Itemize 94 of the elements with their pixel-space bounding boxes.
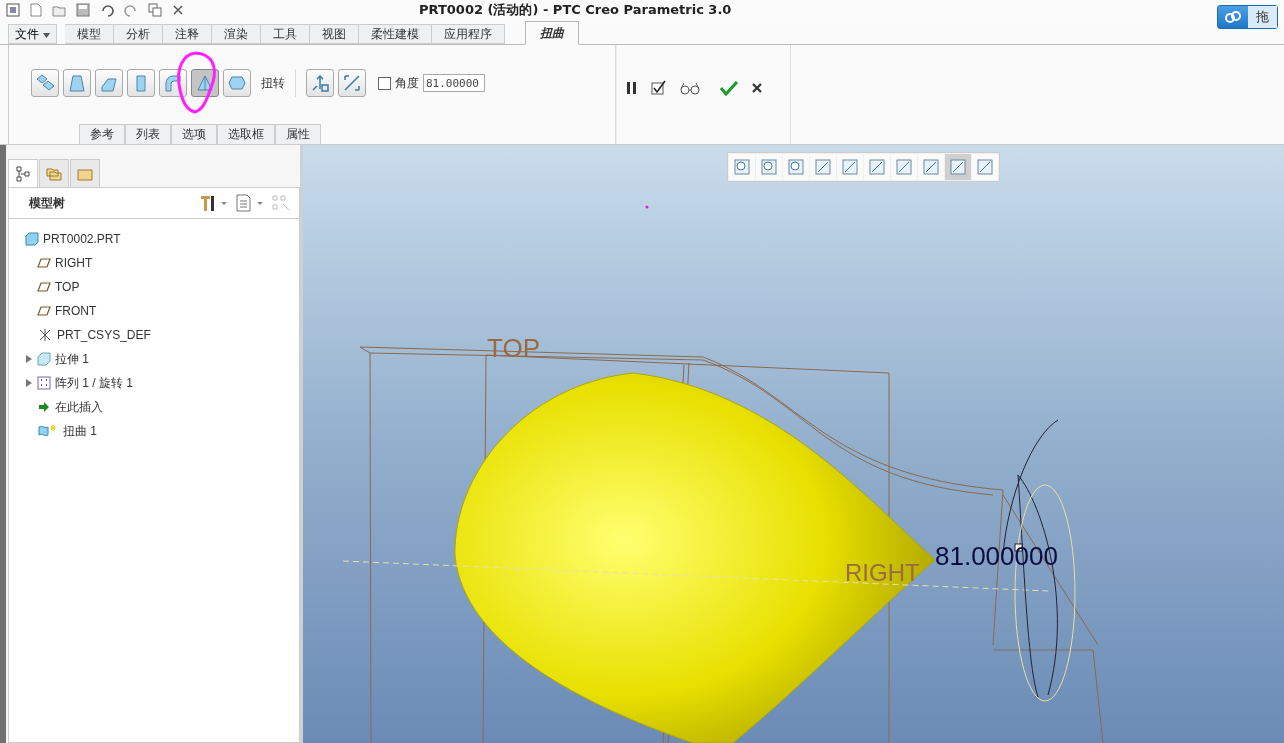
- display-style-button[interactable]: [945, 154, 971, 180]
- folders-icon: [46, 165, 62, 182]
- tree-item[interactable]: FRONT: [55, 304, 97, 318]
- open-folder-icon[interactable]: [52, 3, 66, 17]
- coordinate-system-icon: [37, 328, 53, 342]
- network-button[interactable]: [972, 154, 998, 180]
- ribbon-tab[interactable]: 渲染: [211, 24, 261, 44]
- tree-item[interactable]: PRT0002.PRT: [43, 232, 121, 246]
- spine-tool-button[interactable]: [95, 69, 123, 97]
- tree-panel-tab[interactable]: [8, 159, 38, 187]
- bend-tool-icon: [163, 73, 183, 93]
- zoom-in-button[interactable]: [756, 154, 782, 180]
- window-title: PRT0002 (活动的) - PTC Creo Parametric 3.0: [419, 1, 732, 19]
- angle-input[interactable]: 81.00000: [423, 74, 485, 92]
- zoom-out-button[interactable]: [783, 154, 809, 180]
- tree-item[interactable]: 阵列 1 / 旋转 1: [55, 374, 134, 392]
- transform-tool-button[interactable]: [31, 69, 59, 97]
- flip-arrow-button[interactable]: [338, 69, 366, 97]
- cloud-icon: [1224, 10, 1242, 24]
- tree-item[interactable]: PRT_CSYS_DEF: [57, 328, 151, 342]
- twist-tool-icon: [195, 73, 215, 93]
- close-icon[interactable]: [172, 4, 184, 16]
- warp-feature-icon: [37, 424, 59, 438]
- ribbon-tab[interactable]: 扭曲: [524, 21, 579, 45]
- tree-item[interactable]: TOP: [55, 280, 80, 294]
- ribbon-tab[interactable]: 模型: [64, 24, 114, 44]
- tree-icon: [15, 165, 31, 182]
- angle-checkbox[interactable]: [378, 76, 391, 90]
- refit-icon: [733, 158, 751, 176]
- cloud-button[interactable]: 拖: [1217, 5, 1278, 29]
- datum-display-button[interactable]: [918, 154, 944, 180]
- saved-views-button[interactable]: [864, 154, 890, 180]
- sculpt-tool-icon: [227, 73, 247, 93]
- sculpt-tool-button[interactable]: [223, 69, 251, 97]
- zoom-in-icon: [760, 158, 778, 176]
- panel-tab[interactable]: 参考: [79, 124, 125, 144]
- axis-arrows-icon: [310, 73, 330, 93]
- angle-label: 角度: [395, 74, 419, 92]
- ribbon-tab[interactable]: 视图: [309, 24, 359, 44]
- undo-icon[interactable]: [100, 3, 114, 17]
- part-icon: [25, 232, 39, 246]
- panel-tab[interactable]: 列表: [125, 124, 171, 144]
- caret-icon: [42, 32, 50, 38]
- ribbon-tab[interactable]: 应用程序: [431, 24, 505, 44]
- plane-icon: [37, 304, 51, 318]
- plane-label: RIGHT: [845, 559, 920, 586]
- expand-arrow-icon[interactable]: [25, 378, 33, 388]
- ribbon-tab[interactable]: 柔性建模: [358, 24, 432, 44]
- windows-icon[interactable]: [148, 3, 162, 17]
- warp-tool-button[interactable]: [63, 69, 91, 97]
- extrude-icon: [37, 352, 51, 366]
- zoom-out-icon: [787, 158, 805, 176]
- pause-icon[interactable]: [625, 80, 639, 95]
- file-menu[interactable]: 文件: [8, 24, 57, 44]
- arrow-icon: [37, 400, 51, 414]
- list-settings-icon[interactable]: [235, 194, 265, 212]
- checkbox-icon[interactable]: [651, 79, 667, 96]
- close-icon[interactable]: [751, 81, 763, 94]
- panel-tab[interactable]: 选取框: [217, 124, 275, 144]
- refit-button[interactable]: [729, 154, 755, 180]
- ribbon-tab[interactable]: 工具: [260, 24, 310, 44]
- folders-panel-tab[interactable]: [39, 159, 69, 187]
- tree-item[interactable]: 在此插入: [55, 398, 103, 416]
- tree-item[interactable]: 扭曲 1: [63, 422, 97, 440]
- repaint-button[interactable]: [810, 154, 836, 180]
- model-tree-title: 模型树: [29, 194, 65, 212]
- ribbon-tab[interactable]: 分析: [113, 24, 163, 44]
- save-icon[interactable]: [76, 3, 90, 17]
- tree-item[interactable]: 拉伸 1: [55, 350, 89, 368]
- tools-icon[interactable]: [199, 194, 229, 212]
- camera-button[interactable]: [891, 154, 917, 180]
- redo-icon[interactable]: [124, 3, 138, 17]
- app-icon[interactable]: [6, 3, 20, 17]
- panel-tab[interactable]: 选项: [171, 124, 217, 144]
- cube-button[interactable]: [837, 154, 863, 180]
- new-file-icon[interactable]: [30, 3, 42, 17]
- tree-filter-icon[interactable]: [271, 194, 291, 212]
- favorites-panel-tab[interactable]: [70, 159, 100, 187]
- ribbon-tab[interactable]: 注释: [162, 24, 212, 44]
- direction-button[interactable]: [306, 69, 334, 97]
- transform-tool-icon: [35, 73, 55, 93]
- glasses-icon[interactable]: [679, 80, 701, 95]
- warp-tool-icon: [67, 73, 87, 93]
- panel-tab[interactable]: 属性: [275, 124, 321, 144]
- plane-icon: [37, 256, 51, 270]
- checkmark-icon[interactable]: [719, 79, 739, 96]
- tool-label: 扭转: [261, 74, 285, 92]
- tree-item[interactable]: RIGHT: [55, 256, 93, 270]
- pattern-icon: [37, 376, 51, 390]
- expand-arrow-icon[interactable]: [25, 354, 33, 364]
- plane-icon: [37, 280, 51, 294]
- stretch-tool-button[interactable]: [127, 69, 155, 97]
- diagonal-arrow-icon: [342, 73, 362, 93]
- point-marker: [645, 205, 649, 209]
